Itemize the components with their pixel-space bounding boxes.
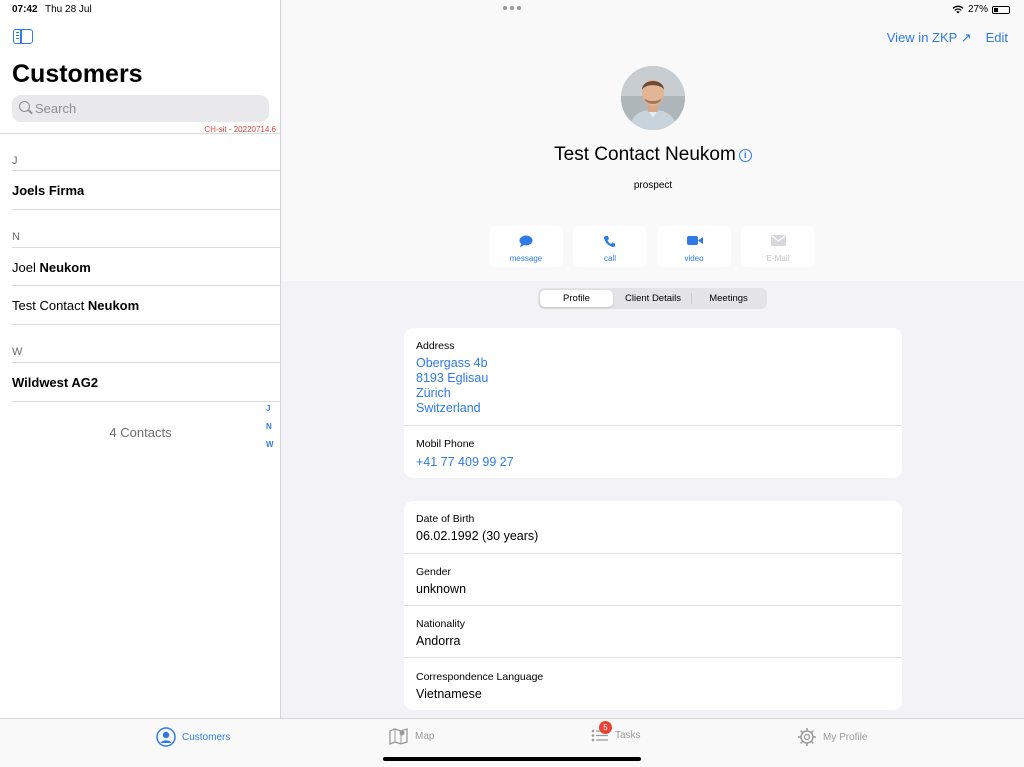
personal-details-card: Date of Birth 06.02.1992 (30 years) Gend… <box>404 501 902 710</box>
status-bar: 07:42 Thu 28 Jul 27% <box>0 0 1024 18</box>
nationality-label: Nationality <box>416 618 466 630</box>
video-button[interactable]: video <box>657 226 731 267</box>
divider <box>12 401 281 402</box>
view-in-zkp-link[interactable]: View in ZKP ↗ <box>887 30 972 46</box>
address-line: Switzerland <box>416 401 481 415</box>
battery-icon <box>992 5 1010 14</box>
mobile-phone-link[interactable]: +41 77 409 99 27 <box>416 455 514 469</box>
top-actions: View in ZKP ↗ Edit <box>887 30 1008 46</box>
edit-button[interactable]: Edit <box>986 30 1008 46</box>
search-icon <box>19 101 30 112</box>
tab-label: Tasks <box>615 729 641 741</box>
contact-last-name: Neukom <box>39 259 91 275</box>
address-link[interactable]: Obergass 4b 8193 Eglisau Zürich Switzerl… <box>416 356 488 416</box>
gear-icon <box>798 728 816 746</box>
message-label: message <box>509 254 543 263</box>
address-line: 8193 Eglisau <box>416 371 489 385</box>
contact-name: Wildwest AG2 <box>12 374 99 390</box>
tasks-icon-wrap: 5 <box>591 721 612 743</box>
contact-last-name: Neukom <box>87 297 140 313</box>
profile-segmented-control: Profile Client Details Meetings <box>538 288 767 309</box>
contact-name: Joels Firma <box>12 182 85 198</box>
status-time: 07:42 <box>12 4 38 15</box>
language-value: Vietnamese <box>416 687 482 701</box>
phone-icon <box>603 236 615 248</box>
email-button[interactable]: E-Mail <box>741 226 815 267</box>
contacts-count: 4 Contacts <box>109 425 172 440</box>
sidebar-toggle-icon[interactable] <box>13 29 33 44</box>
person-circle-icon <box>156 727 176 747</box>
contact-header: View in ZKP ↗ Edit Test Contact Neukom i … <box>282 0 1024 281</box>
avatar <box>621 66 685 130</box>
mail-icon <box>771 235 786 246</box>
contact-first-name: Test Contact <box>12 297 85 313</box>
section-header-j: J <box>12 155 18 167</box>
tab-profile[interactable]: Profile <box>540 290 613 307</box>
battery-percent: 27% <box>967 4 988 15</box>
search-placeholder: Search <box>35 101 77 116</box>
map-icon <box>389 728 408 745</box>
tab-my-profile[interactable]: My Profile <box>797 727 867 747</box>
tab-label: Customers <box>182 731 231 743</box>
tab-label: Map <box>415 730 435 742</box>
list-item[interactable]: Wildwest AG2 <box>12 363 281 401</box>
gender-value: unknown <box>416 582 467 596</box>
mobile-label: Mobil Phone <box>416 438 475 450</box>
divider <box>404 657 902 658</box>
tasks-badge: 5 <box>599 721 612 734</box>
divider <box>0 133 281 134</box>
gender-label: Gender <box>416 566 452 578</box>
list-item[interactable]: Joel Neukom <box>12 248 281 286</box>
tab-tasks[interactable]: 5 Tasks <box>591 721 641 743</box>
status-date: Thu 28 Jul <box>45 4 92 15</box>
contact-status: prospect <box>633 180 673 191</box>
search-input[interactable]: Search <box>12 95 269 122</box>
divider <box>404 605 902 606</box>
dob-value: 06.02.1992 (30 years) <box>416 529 539 543</box>
divider <box>404 425 902 426</box>
section-header-n: N <box>12 231 20 243</box>
dob-label: Date of Birth <box>416 513 475 525</box>
address-line: Zürich <box>416 386 451 400</box>
section-header-w: W <box>12 346 23 358</box>
contact-first-name: Joel <box>12 259 36 275</box>
divider <box>404 553 902 554</box>
video-icon <box>687 236 703 245</box>
index-letter-w[interactable]: W <box>266 440 274 449</box>
message-icon <box>519 235 533 248</box>
call-button[interactable]: call <box>573 226 647 267</box>
list-item[interactable]: Joels Firma <box>12 171 281 209</box>
divider <box>12 324 281 325</box>
tab-map[interactable]: Map <box>389 727 434 745</box>
home-indicator <box>383 757 641 761</box>
sidebar-title: Customers <box>12 60 143 88</box>
call-label: call <box>603 254 616 263</box>
list-item[interactable]: Test Contact Neukom <box>12 286 281 324</box>
tab-label: My Profile <box>823 731 868 743</box>
sidebar: Customers Search CH-sit - 20220714.6 J J… <box>0 0 281 718</box>
address-line: Obergass 4b <box>416 356 488 370</box>
divider <box>12 209 281 210</box>
contact-name-title: Test Contact Neukom i <box>282 144 1024 166</box>
language-label: Correspondence Language <box>416 671 544 683</box>
multitasking-dots-icon[interactable] <box>503 6 521 10</box>
tab-meetings[interactable]: Meetings <box>692 290 765 307</box>
video-label: video <box>684 254 704 263</box>
tab-client-details[interactable]: Client Details <box>615 290 691 307</box>
contact-full-name: Test Contact Neukom <box>554 144 736 165</box>
message-button[interactable]: message <box>489 226 563 267</box>
info-icon[interactable]: i <box>738 149 752 162</box>
index-letter-j[interactable]: J <box>266 404 270 413</box>
wifi-icon <box>952 5 964 14</box>
nationality-value: Andorra <box>416 634 461 648</box>
tab-customers[interactable]: Customers <box>156 727 230 747</box>
address-label: Address <box>416 340 455 352</box>
status-right: 27% <box>952 4 1010 15</box>
contact-card: Address Obergass 4b 8193 Eglisau Zürich … <box>404 328 902 478</box>
email-label: E-Mail <box>766 254 790 263</box>
